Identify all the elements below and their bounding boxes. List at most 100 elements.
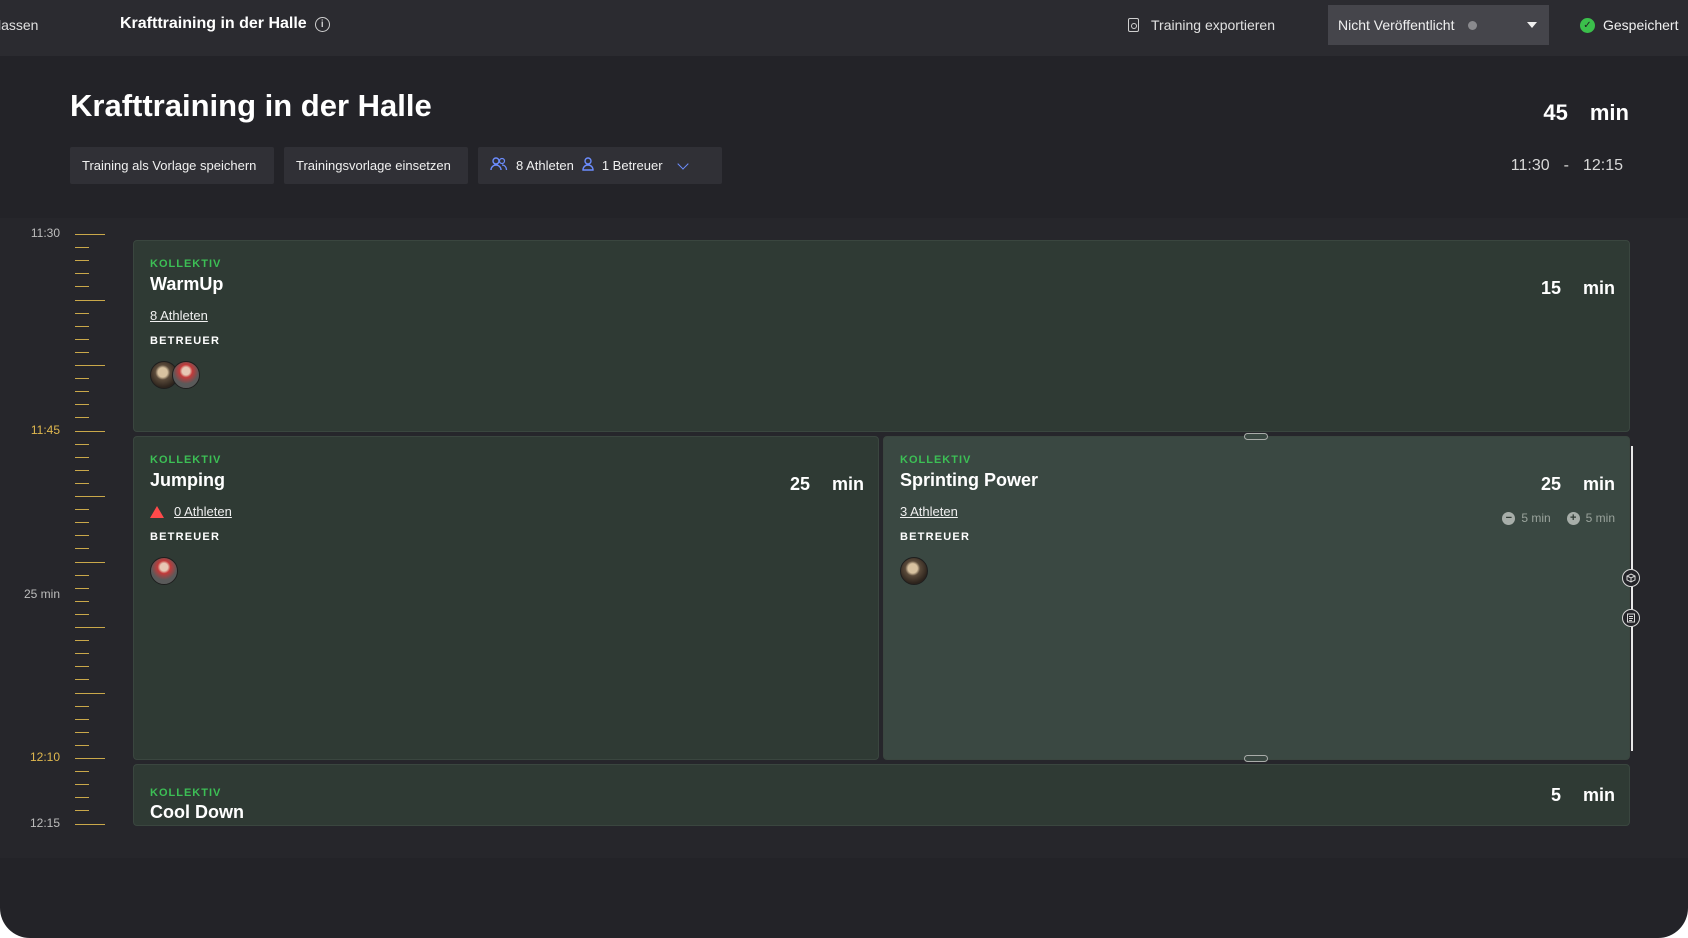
training-block-jumping[interactable]: KOLLEKTIV Jumping 0 Athleten BETREUER 25…: [133, 436, 879, 760]
increase-duration-button[interactable]: + 5 min: [1566, 511, 1615, 525]
ruler-tick: [75, 443, 89, 445]
ruler-tick: [75, 810, 89, 812]
ruler-tick: [75, 325, 89, 327]
ruler-tick: [75, 260, 89, 262]
participants-dropdown[interactable]: 8 Athleten 1 Betreuer: [478, 147, 722, 184]
ruler-tick: [75, 273, 89, 275]
ruler-tick: [75, 509, 89, 511]
increase-label: 5 min: [1585, 511, 1615, 525]
training-block-sprinting-power[interactable]: KOLLEKTIV Sprinting Power 3 Athleten BET…: [883, 436, 1630, 760]
ruler-tick: [75, 548, 89, 550]
ruler-tick: [75, 469, 89, 471]
ruler-tick: [75, 535, 89, 537]
ruler-tick: [75, 391, 89, 393]
save-as-template-button[interactable]: Training als Vorlage speichern: [70, 147, 274, 184]
block-duration: 25 min: [790, 474, 864, 495]
start-time: 11:30: [1510, 157, 1550, 174]
ruler-tick: [75, 378, 89, 380]
ruler-tick: [75, 692, 105, 694]
ruler-tick: [75, 823, 105, 825]
block-tag: KOLLEKTIV: [150, 258, 222, 270]
topbar-title-text: Krafttraining in der Halle: [120, 15, 307, 32]
decrease-duration-button[interactable]: − 5 min: [1502, 511, 1551, 525]
ruler-tick: [75, 234, 105, 235]
notes-icon[interactable]: [1622, 609, 1640, 627]
total-duration: 45 min: [1543, 100, 1629, 126]
coach-avatars: [150, 361, 200, 389]
caret-down-icon: [1527, 22, 1537, 28]
block-athletes-link[interactable]: 8 Athleten: [150, 308, 208, 323]
ruler-label-start: 11:30: [30, 226, 60, 240]
ruler-tick: [75, 600, 89, 602]
person-icon: [582, 157, 594, 174]
block-athletes-link[interactable]: 0 Athleten: [150, 504, 232, 519]
block-name: WarmUp: [150, 274, 224, 294]
coach-avatars: [900, 557, 928, 585]
ruler-tick: [75, 312, 89, 314]
ruler-label-1210: 12:10: [29, 750, 60, 764]
ruler-tick: [75, 417, 89, 419]
ruler-tick: [75, 561, 105, 563]
ruler-tick: [75, 797, 89, 799]
export-button[interactable]: Training exportieren: [1128, 17, 1275, 33]
ruler-tick: [75, 482, 89, 484]
block-coaches-heading: BETREUER: [900, 531, 971, 543]
back-link[interactable]: lassen: [0, 17, 38, 33]
duration-adjust: − 5 min + 5 min: [1502, 511, 1615, 525]
ruler-tick: [75, 286, 89, 288]
block-duration-unit: min: [1582, 278, 1615, 298]
ruler-tick: [75, 365, 105, 366]
ruler-tick: [75, 613, 89, 615]
block-name: Jumping: [150, 470, 225, 490]
block-duration: 15 min: [1541, 278, 1615, 299]
use-template-button[interactable]: Trainingsvorlage einsetzen: [284, 147, 468, 184]
block-duration-unit: min: [831, 474, 864, 494]
resize-handle-bottom[interactable]: [1244, 755, 1268, 762]
ruler-tick: [75, 653, 89, 655]
block-tag: KOLLEKTIV: [150, 787, 222, 799]
cube-icon[interactable]: [1622, 569, 1640, 587]
ruler-tick: [75, 784, 89, 786]
ruler-label-duration: 25 min: [23, 587, 60, 601]
info-icon[interactable]: i: [314, 16, 330, 32]
ruler-tick: [75, 640, 89, 642]
block-coaches-heading: BETREUER: [150, 531, 221, 543]
ruler-tick: [75, 587, 89, 589]
app-screen: lassen Krafttraining in der Halle i Trai…: [0, 0, 1688, 938]
training-block-cool-down[interactable]: KOLLEKTIV Cool Down 5 min: [133, 764, 1630, 826]
ruler-tick: [75, 430, 105, 432]
publish-status-select[interactable]: Nicht Veröffentlicht: [1328, 5, 1549, 45]
publish-status-label: Nicht Veröffentlicht: [1338, 17, 1455, 33]
plus-circle-icon: +: [1566, 511, 1580, 525]
warning-icon: [150, 505, 164, 518]
saved-label: Gespeichert: [1603, 17, 1679, 33]
block-duration-unit: min: [1582, 474, 1615, 494]
avatar[interactable]: [900, 557, 928, 585]
ruler-tick: [75, 705, 89, 707]
block-duration: 25 min: [1541, 474, 1615, 495]
ruler-tick: [75, 299, 105, 301]
avatar[interactable]: [150, 557, 178, 585]
ruler-tick: [75, 666, 89, 668]
block-coaches-heading: BETREUER: [150, 335, 221, 347]
block-athletes-link[interactable]: 3 Athleten: [900, 504, 958, 519]
avatar[interactable]: [172, 361, 200, 389]
ruler-tick: [75, 338, 89, 340]
minus-circle-icon: −: [1502, 511, 1516, 525]
topbar-title: Krafttraining in der Halle i: [120, 15, 330, 33]
block-duration-value: 25: [1540, 474, 1561, 494]
saved-indicator: ✓ Gespeichert: [1580, 17, 1678, 33]
block-duration-unit: min: [1582, 785, 1615, 805]
chevron-down-icon: [676, 157, 689, 170]
pdf-icon: [1128, 18, 1139, 32]
block-duration-value: 25: [789, 474, 810, 494]
ruler-tick: [75, 247, 89, 249]
resize-handle-top[interactable]: [1244, 433, 1268, 440]
ruler-tick: [75, 351, 89, 353]
block-tag: KOLLEKTIV: [150, 454, 222, 466]
ruler-tick: [75, 404, 89, 406]
ruler-tick: [75, 679, 89, 681]
check-circle-icon: ✓: [1580, 17, 1595, 33]
training-block-warmup[interactable]: KOLLEKTIV WarmUp 8 Athleten BETREUER 15 …: [133, 240, 1630, 432]
block-duration-value: 15: [1540, 278, 1561, 298]
